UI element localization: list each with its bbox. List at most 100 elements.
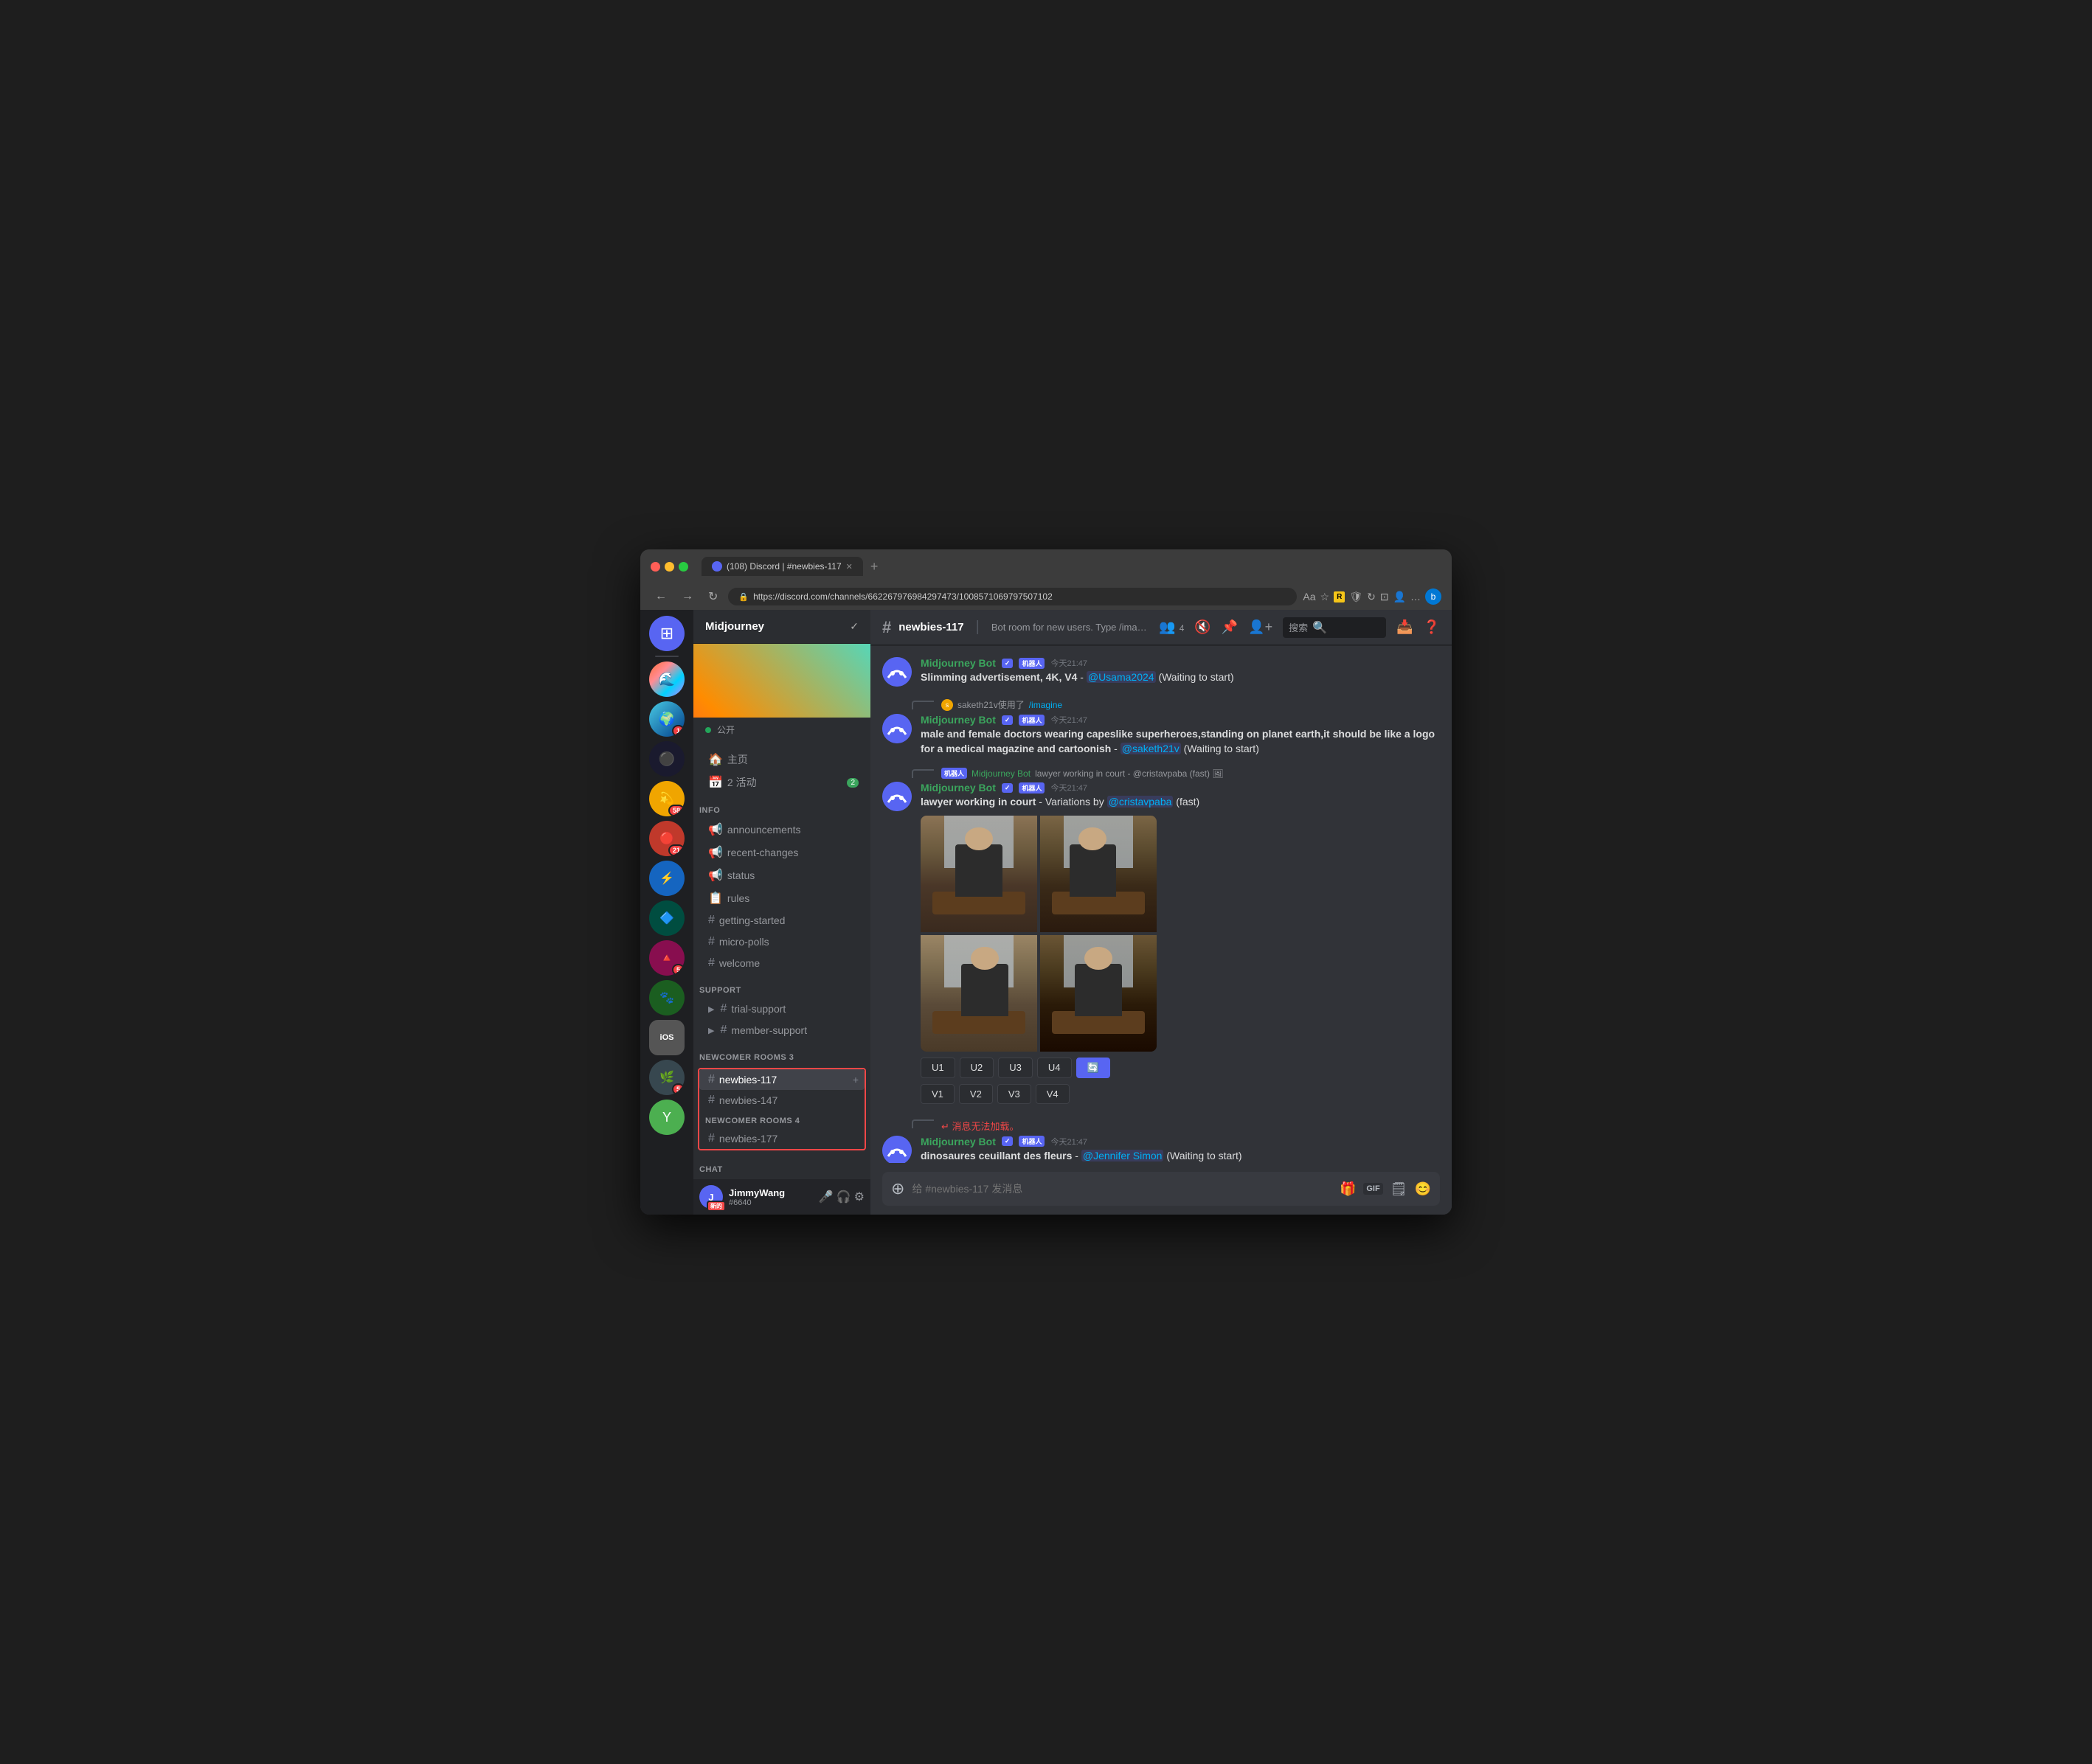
sticker-icon[interactable]: 🗒 <box>1390 1181 1407 1197</box>
lawyer-image-grid <box>921 816 1157 1052</box>
channel-name-status: status <box>727 869 859 881</box>
u3-button[interactable]: U3 <box>998 1058 1033 1078</box>
sidebar-item-home[interactable]: 🏠 主页 <box>699 749 865 771</box>
server-icon-10[interactable]: Y <box>649 1100 685 1135</box>
server-icon-3[interactable]: 💫 58 <box>649 781 685 816</box>
star-icon[interactable]: ☆ <box>1320 591 1330 603</box>
settings-button[interactable]: ⚙ <box>854 1190 865 1204</box>
tab-title: (108) Discord | #newbies-117 <box>727 561 842 572</box>
server-header[interactable]: Midjourney ✓ <box>693 610 870 644</box>
gif-icon[interactable]: GIF <box>1363 1183 1382 1195</box>
help-icon[interactable]: ❓ <box>1424 619 1440 635</box>
add-attachment-icon[interactable]: ⊕ <box>891 1179 904 1198</box>
server-icon-8[interactable]: 🐾 <box>649 980 685 1015</box>
server-icon-4[interactable]: 🔴 21 <box>649 821 685 856</box>
category-support[interactable]: SUPPORT <box>693 974 870 998</box>
category-info[interactable]: INFO <box>693 794 870 818</box>
split-view-icon[interactable]: ⊡ <box>1380 591 1389 603</box>
muted-icon[interactable]: 🔇 <box>1194 619 1210 635</box>
channel-recent-changes[interactable]: 📢 recent-changes <box>699 841 865 864</box>
close-tab-icon[interactable]: ✕ <box>846 562 853 572</box>
v3-button[interactable]: V3 <box>997 1084 1031 1104</box>
u4-button[interactable]: U4 <box>1037 1058 1072 1078</box>
active-tab[interactable]: (108) Discord | #newbies-117 ✕ <box>702 557 863 576</box>
add-member-icon[interactable]: + <box>853 1074 859 1086</box>
server-badge-1: 1 <box>672 725 685 737</box>
channel-welcome[interactable]: # welcome <box>699 953 865 973</box>
more-icon[interactable]: … <box>1410 591 1421 603</box>
bing-icon[interactable]: b <box>1425 588 1441 605</box>
server-banner <box>693 644 870 718</box>
refresh-button[interactable]: 🔄 <box>1076 1058 1110 1078</box>
server-icon-7[interactable]: 🔺 5 <box>649 940 685 976</box>
sidebar-item-events[interactable]: 📅 2 活动 2 <box>699 771 865 794</box>
chat-input-field[interactable] <box>912 1183 1332 1195</box>
message-group: Midjourney Bot ✓ 机器人 今天21:47 Slimming ad… <box>882 657 1440 687</box>
shield-icon[interactable]: 🛡 <box>1349 591 1362 603</box>
user-info: JimmyWang #6640 <box>729 1187 813 1207</box>
server-icon-6[interactable]: 🔷 <box>649 900 685 936</box>
channel-status[interactable]: 📢 status <box>699 864 865 886</box>
verified-badge-2: ✓ <box>1002 715 1014 725</box>
profile-icon[interactable]: 👤 <box>1393 591 1406 603</box>
inbox-icon[interactable]: 📥 <box>1396 619 1413 635</box>
channel-rules[interactable]: 📋 rules <box>699 887 865 909</box>
new-tab-button[interactable]: + <box>870 559 879 574</box>
message-group-2: Midjourney Bot ✓ 机器人 今天21:47 male and fe… <box>882 714 1440 756</box>
channel-announcements[interactable]: 📢 announcements <box>699 819 865 841</box>
gift-icon[interactable]: 🎁 <box>1340 1181 1356 1197</box>
v1-button[interactable]: V1 <box>921 1084 955 1104</box>
channel-newbies-177[interactable]: # newbies-177 <box>699 1128 865 1149</box>
server-icon-1[interactable]: 🌍 1 <box>649 701 685 737</box>
action-buttons-row1: U1 U2 U3 U4 🔄 <box>921 1058 1440 1078</box>
reply-line-2 <box>912 701 934 709</box>
add-member-header-icon[interactable]: 👤+ <box>1248 619 1272 635</box>
events-badge: 2 <box>847 778 859 788</box>
channel-name-rules: rules <box>727 892 859 904</box>
discord-home-icon[interactable]: ⊞ <box>649 616 685 651</box>
v2-button[interactable]: V2 <box>959 1084 993 1104</box>
mute-button[interactable]: 🎤 <box>819 1190 834 1204</box>
channel-newbies-147[interactable]: # newbies-147 <box>699 1090 865 1111</box>
chevron-down-icon: ✓ <box>850 620 859 633</box>
hash-n177-icon: # <box>708 1132 715 1145</box>
category-newcomer4[interactable]: NEWCOMER ROOMS 4 <box>699 1111 865 1128</box>
channel-list: 🏠 主页 📅 2 活动 2 INFO 📢 announcements <box>693 742 870 1179</box>
channel-trial-support[interactable]: ▶ # trial-support <box>699 999 865 1019</box>
reload-button[interactable]: ↻ <box>704 588 722 605</box>
pin-icon[interactable]: 📌 <box>1222 619 1238 635</box>
message-header-4: Midjourney Bot ✓ 机器人 今天21:47 <box>921 1136 1440 1147</box>
forward-button[interactable]: → <box>677 588 698 605</box>
message-content-1: Midjourney Bot ✓ 机器人 今天21:47 Slimming ad… <box>921 657 1440 687</box>
reading-mode-icon[interactable]: Aa <box>1303 591 1315 603</box>
close-button[interactable] <box>651 562 660 572</box>
r-ext-icon[interactable]: R <box>1334 591 1345 603</box>
v4-button[interactable]: V4 <box>1036 1084 1070 1104</box>
message-group-4: Midjourney Bot ✓ 机器人 今天21:47 dinosaures … <box>882 1136 1440 1163</box>
channel-micro-polls[interactable]: # micro-polls <box>699 931 865 952</box>
imagine-link-2[interactable]: /imagine <box>1029 700 1062 710</box>
server-icon-5[interactable]: ⚡ <box>649 861 685 896</box>
members-count-icon[interactable]: 👥 4 <box>1159 619 1184 635</box>
category-chat[interactable]: CHAT <box>693 1153 870 1177</box>
channel-newbies-117[interactable]: # newbies-117 + <box>699 1069 865 1090</box>
fullscreen-button[interactable] <box>679 562 688 572</box>
server-icon-ios[interactable]: iOS <box>649 1020 685 1055</box>
deafen-button[interactable]: 🎧 <box>837 1190 851 1204</box>
server-icon-midjourney[interactable]: 🌊 <box>649 662 685 697</box>
channel-name-announcements: announcements <box>727 824 859 836</box>
category-newcomer3[interactable]: NEWCOMER ROOMS 3 <box>693 1041 870 1065</box>
channel-member-support[interactable]: ▶ # member-support <box>699 1020 865 1041</box>
emoji-icon[interactable]: 😊 <box>1415 1181 1431 1197</box>
u2-button[interactable]: U2 <box>960 1058 994 1078</box>
address-bar[interactable]: 🔒 https://discord.com/channels/662267976… <box>728 588 1297 605</box>
server-icon-2[interactable]: ⚫ <box>649 741 685 777</box>
back-button[interactable]: ← <box>651 588 671 605</box>
home-label: 主页 <box>727 752 859 767</box>
search-bar[interactable]: 搜索 🔍 <box>1283 617 1386 638</box>
u1-button[interactable]: U1 <box>921 1058 955 1078</box>
server-icon-9[interactable]: 🌿 5 <box>649 1060 685 1095</box>
refresh-icon[interactable]: ↻ <box>1367 591 1376 603</box>
minimize-button[interactable] <box>665 562 674 572</box>
channel-getting-started[interactable]: # getting-started <box>699 910 865 931</box>
